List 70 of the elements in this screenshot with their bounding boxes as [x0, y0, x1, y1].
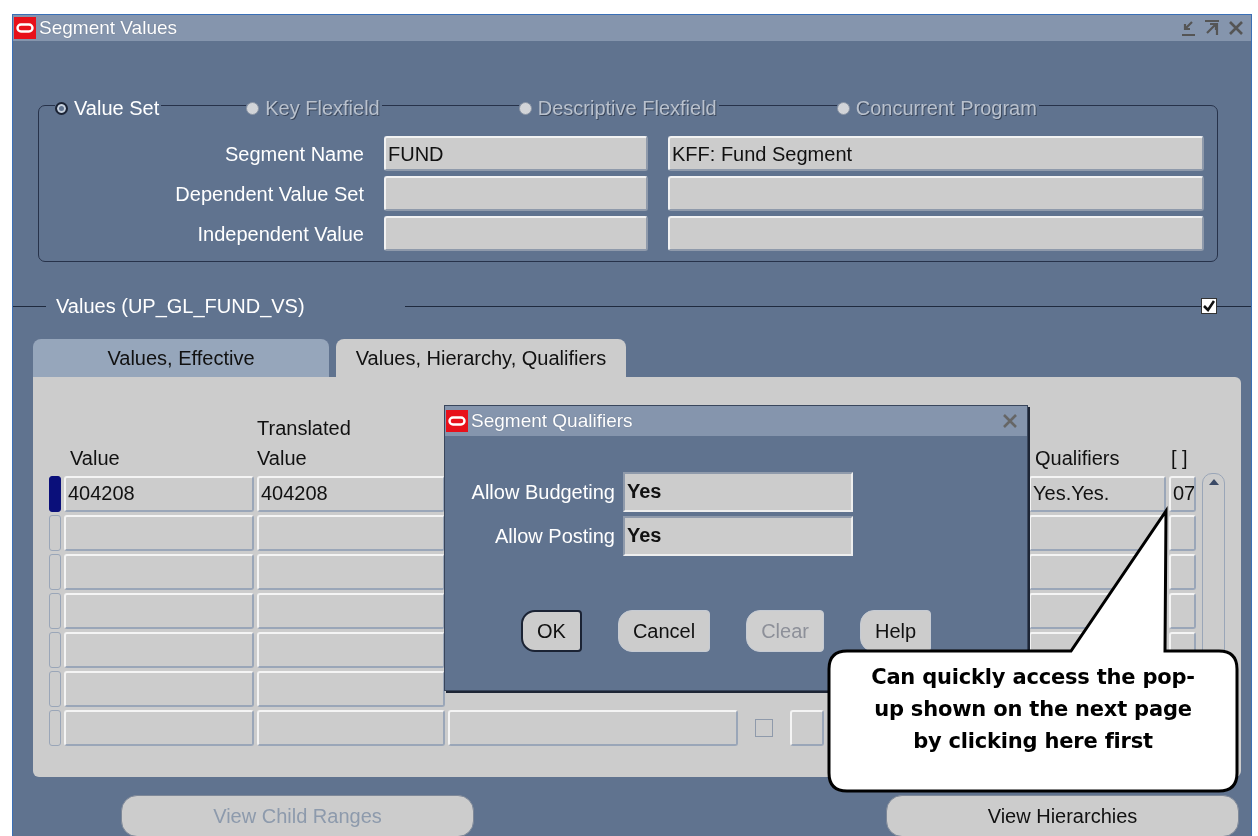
table-cell[interactable]: [257, 671, 445, 707]
table-cell[interactable]: [790, 710, 824, 746]
input-field[interactable]: Yes: [623, 516, 853, 556]
input-field[interactable]: [668, 216, 1204, 251]
checkbox[interactable]: [755, 719, 773, 737]
radio-button[interactable]: [55, 101, 68, 115]
input-field[interactable]: FUND: [384, 136, 648, 171]
dialog-button[interactable]: Help: [859, 610, 932, 652]
row-indicator[interactable]: [49, 710, 61, 746]
tab[interactable]: Values, Hierarchy, Qualifiers: [336, 339, 626, 377]
dialog-title: Segment Qualifiers: [471, 408, 633, 433]
row-indicator[interactable]: [49, 476, 61, 512]
input-field[interactable]: [668, 176, 1204, 211]
radio-button[interactable]: [246, 101, 260, 115]
row-indicator[interactable]: [49, 671, 61, 707]
table-cell[interactable]: 07: [1169, 476, 1196, 512]
table-cell[interactable]: [64, 710, 254, 746]
action-button[interactable]: View Hierarchies: [886, 795, 1239, 836]
radio-button[interactable]: [836, 101, 850, 115]
scroll-up-icon[interactable]: [1207, 478, 1220, 486]
dialog-button[interactable]: Cancel: [617, 610, 711, 652]
field-label: Independent Value: [196, 221, 364, 247]
row-indicator[interactable]: [49, 632, 61, 668]
table-cell[interactable]: 404208: [64, 476, 254, 512]
field-label: Allow Posting: [493, 524, 615, 549]
table-cell[interactable]: [1169, 554, 1196, 590]
callout-text: Can quickly access the pop-up shown on the next page by clicking here first: [870, 664, 1196, 755]
column-header: [ ]: [1171, 447, 1188, 469]
table-cell[interactable]: 404208: [257, 476, 445, 512]
app-logo-icon: [14, 17, 36, 39]
app-logo-icon: [446, 410, 468, 432]
input-field[interactable]: KFF: Fund Segment: [668, 136, 1204, 171]
row-indicator[interactable]: [49, 515, 61, 551]
table-cell[interactable]: [1169, 593, 1196, 629]
field-label: Dependent Value Set: [174, 181, 364, 207]
column-header: Qualifiers: [1035, 447, 1120, 469]
field-label: Segment Name: [224, 141, 364, 167]
radio-label[interactable]: Value Set: [74, 93, 160, 123]
field-label: Allow Budgeting: [470, 480, 615, 505]
table-cell[interactable]: [64, 554, 254, 590]
close-icon[interactable]: [1001, 412, 1019, 430]
table-cell[interactable]: [64, 515, 254, 551]
input-field[interactable]: [384, 176, 648, 211]
row-indicator[interactable]: [49, 554, 61, 590]
table-cell[interactable]: [448, 710, 738, 746]
table-cell[interactable]: [1169, 515, 1196, 551]
input-field[interactable]: Yes: [623, 472, 853, 512]
table-cell[interactable]: [257, 593, 445, 629]
maximize-icon[interactable]: [1203, 19, 1221, 37]
table-cell[interactable]: [257, 515, 445, 551]
column-header: Value: [70, 447, 120, 469]
table-cell[interactable]: [64, 671, 254, 707]
table-cell[interactable]: Yes.Yes.: [1029, 476, 1166, 512]
checkbox[interactable]: [1201, 298, 1217, 314]
table-cell[interactable]: [64, 593, 254, 629]
scrollbar[interactable]: [1202, 473, 1225, 653]
window-title: Segment Values: [39, 15, 177, 40]
section-title: Values (UP_GL_FUND_VS): [55, 294, 306, 320]
dialog-button[interactable]: OK: [521, 610, 582, 652]
row-indicator[interactable]: [49, 593, 61, 629]
table-cell[interactable]: [64, 632, 254, 668]
close-icon[interactable]: [1227, 19, 1245, 37]
column-header: Translated Value: [257, 416, 352, 471]
table-cell[interactable]: [257, 632, 445, 668]
minimize-icon[interactable]: [1179, 19, 1197, 37]
table-cell[interactable]: [257, 554, 445, 590]
radio-button[interactable]: [518, 101, 532, 115]
input-field[interactable]: [384, 216, 648, 251]
tab[interactable]: Values, Effective: [33, 339, 329, 377]
table-cell[interactable]: [257, 710, 445, 746]
